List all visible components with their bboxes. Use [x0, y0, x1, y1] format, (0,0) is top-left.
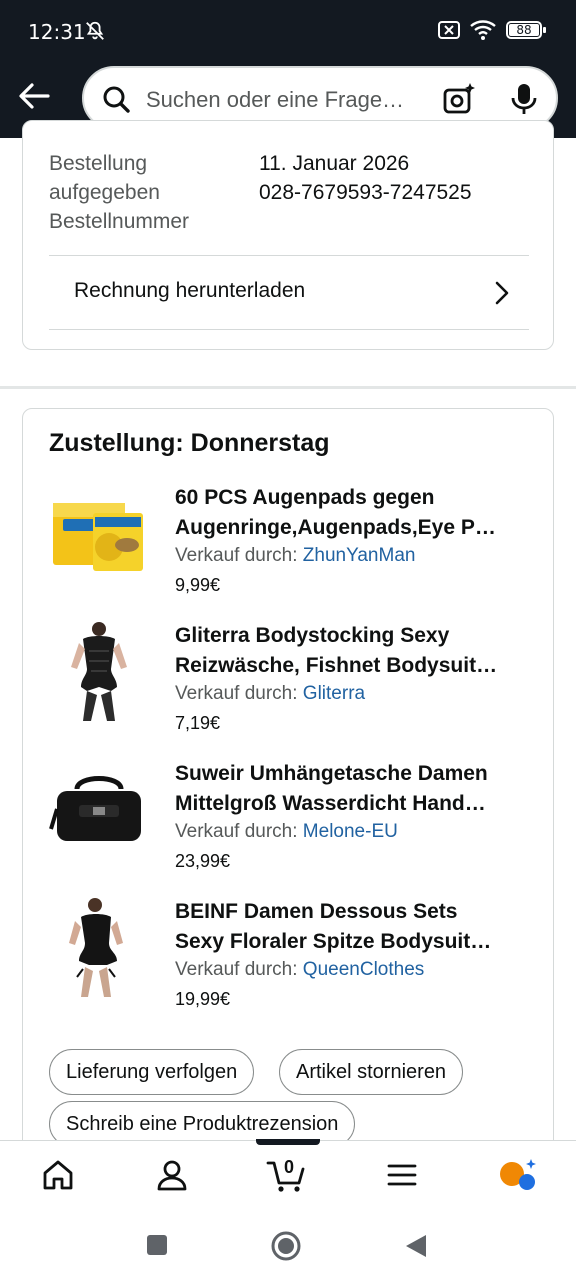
product-title-line: Reizwäsche, Fishnet Bodysuit… — [175, 654, 498, 677]
track-delivery-button[interactable]: Lieferung verfolgen — [49, 1049, 255, 1095]
delivery-card: Zustellung: Donnerstag 60 PCS Augenpads … — [22, 408, 554, 1168]
seller-prefix: Verkauf durch: — [175, 959, 303, 980]
cancel-items-button[interactable]: Artikel stornieren — [279, 1049, 464, 1095]
product-title-line: Suweir Umhängetasche Damen — [175, 762, 488, 785]
order-item[interactable]: BEINF Damen Dessous Sets Sexy Floraler S… — [49, 897, 529, 1017]
seller-info: Verkauf durch: QueenClothes — [175, 959, 424, 981]
seller-info: Verkauf durch: Gliterra — [175, 683, 365, 705]
order-date-value: 11. Januar 2026 — [259, 152, 410, 175]
product-price: 23,99€ — [175, 851, 231, 871]
product-image-bodystocking[interactable] — [49, 621, 149, 721]
seller-info: Verkauf durch: Melone-EU — [175, 821, 398, 843]
order-item[interactable]: 60 PCS Augenpads gegen Augenringe,Augenp… — [49, 483, 529, 603]
seller-info: Verkauf durch: ZhunYanMan — [175, 545, 415, 567]
seller-prefix: Verkauf durch: — [175, 821, 303, 842]
account-icon[interactable] — [154, 1157, 190, 1193]
order-item[interactable]: Suweir Umhängetasche Damen Mittelgroß Wa… — [49, 759, 529, 879]
status-bar: 12:31 88 — [0, 0, 576, 62]
section-separator — [0, 386, 576, 389]
order-values: 11. Januar 2026 028-7679593-7247525 — [259, 149, 472, 207]
product-image-eye-pads[interactable] — [49, 483, 149, 583]
battery-icon: 88 — [506, 21, 546, 39]
recents-icon[interactable] — [146, 1234, 168, 1256]
delivery-title: Zustellung: Donnerstag — [49, 429, 330, 457]
product-image-lingerie-set[interactable] — [49, 897, 149, 997]
order-date-label-2: aufgegeben — [49, 181, 160, 204]
product-title[interactable]: BEINF Damen Dessous Sets Sexy Floraler S… — [175, 897, 527, 957]
microphone-icon[interactable] — [510, 82, 538, 116]
cart-count-badge: 0 — [284, 1157, 295, 1177]
product-image-shoulder-bag[interactable] — [49, 759, 149, 859]
seller-link[interactable]: Gliterra — [303, 683, 365, 704]
camera-lens-icon[interactable] — [442, 82, 476, 116]
chevron-right-icon — [495, 281, 509, 305]
home-button-icon[interactable] — [270, 1230, 302, 1262]
menu-icon[interactable] — [384, 1157, 420, 1193]
battery-level: 88 — [516, 23, 532, 37]
seller-link[interactable]: Melone-EU — [303, 821, 398, 842]
back-arrow-icon[interactable] — [14, 76, 54, 116]
order-date-label: Bestellung — [49, 152, 148, 175]
download-invoice-row[interactable]: Rechnung herunterladen — [49, 257, 529, 329]
search-icon — [103, 86, 130, 113]
product-price: 7,19€ — [175, 713, 221, 733]
product-price: 19,99€ — [175, 989, 231, 1009]
rufus-assistant-icon[interactable] — [498, 1157, 538, 1193]
product-title-line: Gliterra Bodystocking Sexy — [175, 624, 450, 647]
mute-icon — [86, 21, 104, 40]
order-info-card: Bestellung aufgegeben Bestellnummer 11. … — [22, 120, 554, 350]
status-time: 12:31 — [28, 20, 86, 44]
seller-prefix: Verkauf durch: — [175, 683, 303, 704]
bottom-navigation: 0 — [0, 1139, 576, 1212]
order-item[interactable]: Gliterra Bodystocking Sexy Reizwäsche, F… — [49, 621, 529, 741]
product-title-line: BEINF Damen Dessous Sets — [175, 900, 458, 923]
sim-x-icon — [438, 21, 460, 39]
download-invoice-label: Rechnung herunterladen — [74, 279, 306, 302]
seller-link[interactable]: QueenClothes — [303, 959, 424, 980]
home-icon[interactable] — [40, 1157, 76, 1193]
order-number-value: 028-7679593-7247525 — [259, 181, 472, 204]
product-title-line: Augenringe,Augenpads,Eye P… — [175, 516, 496, 539]
product-title[interactable]: 60 PCS Augenpads gegen Augenringe,Augenp… — [175, 483, 527, 543]
seller-prefix: Verkauf durch: — [175, 545, 303, 566]
product-price: 9,99€ — [175, 575, 221, 595]
back-triangle-icon[interactable] — [404, 1234, 428, 1258]
divider — [49, 255, 529, 256]
product-title[interactable]: Gliterra Bodystocking Sexy Reizwäsche, F… — [175, 621, 527, 681]
order-number-label: Bestellnummer — [49, 210, 190, 233]
product-title-line: Mittelgroß Wasserdicht Hand… — [175, 792, 486, 815]
wifi-icon — [470, 20, 496, 40]
system-navigation-bar — [0, 1212, 576, 1280]
divider — [49, 329, 529, 330]
seller-link[interactable]: ZhunYanMan — [303, 545, 416, 566]
search-input[interactable]: Suchen oder eine Frage… — [146, 87, 426, 113]
active-tab-indicator — [256, 1139, 320, 1145]
product-title-line: 60 PCS Augenpads gegen — [175, 486, 435, 509]
product-title-line: Sexy Floraler Spitze Bodysuit… — [175, 930, 492, 953]
order-labels: Bestellung aufgegeben Bestellnummer — [49, 149, 239, 236]
product-title[interactable]: Suweir Umhängetasche Damen Mittelgroß Wa… — [175, 759, 527, 819]
